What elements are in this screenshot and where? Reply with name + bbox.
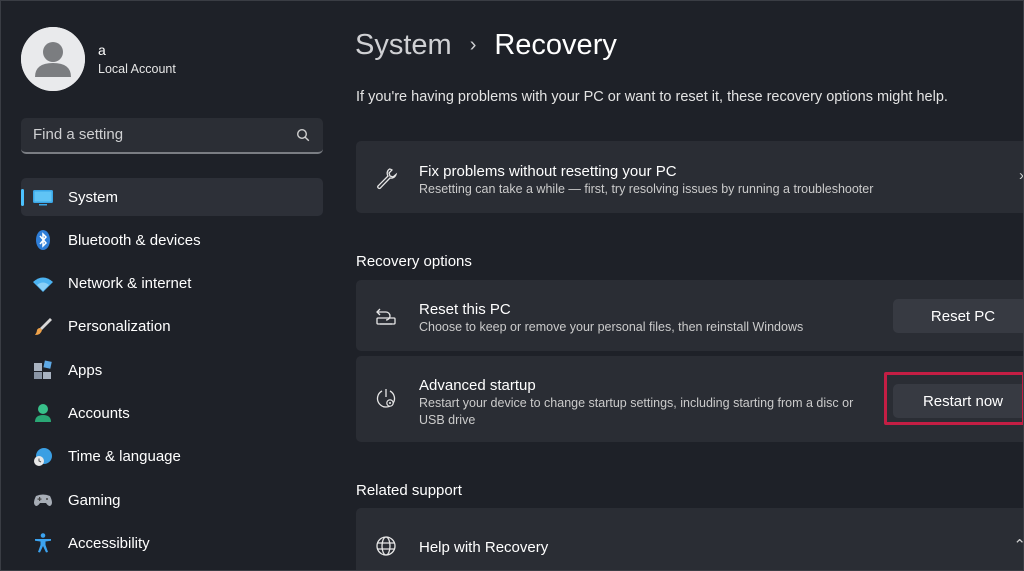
sidebar-item-label: Bluetooth & devices [68, 231, 201, 249]
fix-problems-card[interactable]: Fix problems without resetting your PC R… [356, 141, 1024, 213]
sidebar-item-label: Accessibility [68, 534, 150, 552]
help-with-recovery-title: Help with Recovery [419, 539, 549, 556]
breadcrumb-parent[interactable]: System [355, 29, 452, 62]
settings-window: a Local Account System Bluetooth & devic… [0, 0, 1024, 571]
wifi-icon [32, 273, 54, 295]
sidebar-item-gaming[interactable]: Gaming [21, 481, 323, 519]
avatar[interactable] [21, 27, 85, 91]
apps-icon [32, 359, 54, 381]
help-with-recovery-card[interactable]: Help with Recovery ⌃ [356, 508, 1023, 570]
bluetooth-icon [32, 229, 54, 251]
sidebar: a Local Account System Bluetooth & devic… [1, 1, 337, 570]
related-support-heading: Related support [356, 482, 462, 499]
advanced-startup-title: Advanced startup [419, 377, 536, 394]
sidebar-item-time-language[interactable]: Time & language [21, 438, 323, 476]
user-name: a [98, 42, 106, 58]
gamepad-icon [32, 489, 54, 511]
system-icon [32, 186, 54, 208]
reset-pc-card: Reset this PC Choose to keep or remove y… [356, 280, 1023, 351]
sidebar-item-label: Gaming [68, 491, 121, 509]
sidebar-item-network[interactable]: Network & internet [21, 265, 323, 303]
intro-text: If you're having problems with your PC o… [356, 89, 948, 105]
sidebar-item-personalization[interactable]: Personalization [21, 308, 323, 346]
chevron-up-icon[interactable]: ⌃ [1013, 536, 1023, 554]
main-content: System › Recovery If you're having probl… [337, 1, 1024, 570]
reset-pc-button[interactable]: Reset PC [893, 299, 1023, 333]
search-input[interactable] [33, 126, 283, 143]
fix-problems-title: Fix problems without resetting your PC [419, 163, 677, 180]
sidebar-item-accounts[interactable]: Accounts [21, 394, 323, 432]
wrench-icon [377, 168, 398, 190]
search-box[interactable] [21, 118, 323, 154]
sidebar-item-label: Network & internet [68, 275, 192, 293]
sidebar-item-system[interactable]: System [21, 178, 323, 216]
sidebar-item-label: Personalization [68, 318, 171, 336]
globe-icon [376, 536, 396, 556]
reset-pc-title: Reset this PC [419, 301, 511, 318]
sidebar-item-apps[interactable]: Apps [21, 351, 323, 389]
page-title: Recovery [494, 29, 617, 61]
breadcrumb-separator: › [469, 34, 477, 56]
sidebar-item-label: System [68, 188, 119, 206]
breadcrumb: System › Recovery [355, 29, 617, 62]
accessibility-icon [32, 532, 54, 554]
restart-now-highlight [884, 372, 1023, 425]
chevron-right-icon: › [1019, 167, 1024, 184]
sidebar-item-label: Apps [68, 361, 103, 379]
search-icon[interactable] [296, 128, 310, 142]
sidebar-item-label: Time & language [68, 448, 181, 466]
reset-pc-icon [376, 308, 396, 325]
person-icon [32, 402, 54, 424]
globe-clock-icon [32, 446, 54, 468]
sidebar-nav: System Bluetooth & devices Network & int… [21, 178, 323, 568]
sidebar-item-bluetooth[interactable]: Bluetooth & devices [21, 221, 323, 259]
account-type: Local Account [98, 62, 176, 76]
reset-pc-description: Choose to keep or remove your personal f… [419, 320, 804, 334]
fix-problems-description: Resetting can take a while — first, try … [419, 182, 874, 196]
sidebar-item-accessibility[interactable]: Accessibility [21, 524, 323, 562]
advanced-startup-description: Restart your device to change startup se… [419, 396, 854, 427]
sidebar-item-label: Accounts [68, 404, 130, 422]
brush-icon [32, 316, 54, 338]
avatar-person-icon [21, 27, 85, 91]
recovery-options-heading: Recovery options [356, 253, 472, 270]
advanced-startup-icon [376, 389, 396, 408]
